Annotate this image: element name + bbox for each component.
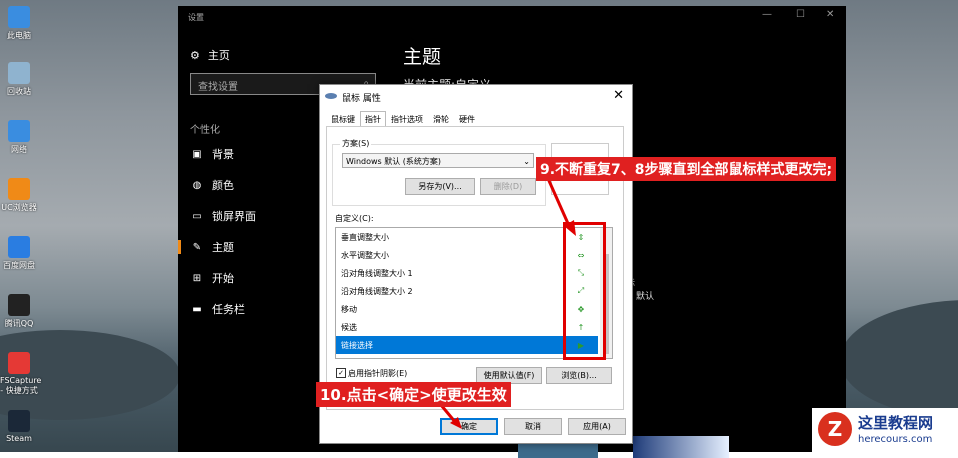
apply-button[interactable]: 应用(A) [568, 418, 626, 435]
highlight-box [563, 222, 606, 360]
page-title: 主题 [403, 46, 442, 68]
list-item[interactable]: 沿对角线调整大小 1 ⤡ [336, 264, 598, 282]
desktop-icon-uc-browser[interactable]: UC浏览器 [0, 178, 38, 213]
desktop-icon-qq[interactable]: 腾讯QQ [0, 294, 38, 329]
scheme-label: 方案(S) [340, 138, 372, 149]
active-indicator [178, 240, 181, 254]
steam-icon [8, 410, 30, 432]
theme-thumbnail[interactable] [633, 436, 729, 458]
theme-icon: ✎ [192, 241, 202, 253]
desktop-icon-label: FSCapture - 快捷方式 [0, 376, 42, 395]
tab-buttons[interactable]: 鼠标键 [326, 111, 360, 126]
chevron-down-icon: ⌄ [523, 157, 530, 166]
browse-button[interactable]: 浏览(B)... [546, 367, 612, 384]
fscapture-icon [8, 352, 30, 374]
logo-badge: Z [818, 412, 852, 446]
list-item[interactable]: 链接选择 ▶ [336, 336, 598, 354]
annotation-step9: 9.不断重复7、8步骤直到全部鼠标样式更改完; [536, 157, 837, 181]
list-item[interactable]: 水平调整大小 ⇔ [336, 246, 598, 264]
logo-title: 这里教程网 [858, 414, 934, 432]
gear-icon: ⚙ [190, 48, 200, 62]
desktop-icon-this-pc[interactable]: 此电脑 [0, 6, 38, 41]
desktop-icon-network[interactable]: 网络 [0, 120, 38, 155]
list-item[interactable]: 沿对角线调整大小 2 ⤢ [336, 282, 598, 300]
qq-icon [8, 294, 30, 316]
desktop-icon-steam[interactable]: Steam [0, 410, 38, 443]
dialog-titlebar: 鼠标 属性 ✕ [320, 85, 632, 107]
tab-pointer-options[interactable]: 指针选项 [386, 111, 428, 126]
scheme-dropdown[interactable]: Windows 默认 (系统方案) ⌄ [342, 153, 534, 168]
nav-group-title: 个性化 [190, 125, 220, 136]
desktop-icon-label: 网络 [11, 145, 27, 154]
nav-item-label: 任务栏 [212, 303, 245, 316]
tab-wheel[interactable]: 滑轮 [428, 111, 454, 126]
desktop-icon-fscapture[interactable]: FSCapture - 快捷方式 [0, 352, 42, 396]
list-item[interactable]: 移动 ✥ [336, 300, 598, 318]
nav-item-label: 开始 [212, 272, 234, 285]
taskbar-icon: ▬ [192, 303, 202, 315]
list-item-name: 水平调整大小 [341, 250, 389, 260]
list-item-name: 沿对角线调整大小 1 [341, 268, 413, 278]
logo-url: herecours.com [858, 434, 933, 445]
image-icon: ▣ [192, 148, 202, 160]
list-item-name: 移动 [341, 304, 357, 314]
background-hill [840, 300, 958, 420]
nav-item-label: 背景 [212, 148, 234, 161]
tab-pointers[interactable]: 指针 [360, 111, 386, 126]
scheme-value: Windows 默认 (系统方案) [346, 157, 442, 166]
home-link[interactable]: ⚙ 主页 [190, 47, 230, 63]
watermark-logo: Z 这里教程网 herecours.com [812, 408, 958, 452]
annotation-step10: 10.点击<确定>使更改生效 [316, 382, 511, 407]
nav-item-label: 锁屏界面 [212, 210, 256, 223]
list-item-name: 候选 [341, 322, 357, 332]
dialog-close-button[interactable]: ✕ [613, 88, 624, 103]
palette-icon: ◍ [192, 179, 202, 191]
nav-item-label: 颜色 [212, 179, 234, 192]
desktop-icon-label: 此电脑 [7, 31, 31, 40]
desktop-icon-recycle-bin[interactable]: 回收站 [0, 62, 38, 97]
start-icon: ⊞ [192, 272, 202, 284]
maximize-button[interactable]: ☐ [796, 9, 805, 20]
shadow-label: 启用指针阴影(E) [348, 369, 408, 378]
network-icon [8, 120, 30, 142]
desktop-icon-label: 百度网盘 [3, 261, 35, 270]
baidu-pan-icon [8, 236, 30, 258]
lockscreen-icon: ▭ [192, 210, 202, 222]
home-label: 主页 [207, 49, 230, 62]
save-as-button[interactable]: 另存为(V)... [405, 178, 475, 195]
desktop-icon-label: 腾讯QQ [4, 319, 34, 328]
settings-title: 设置 [188, 13, 204, 22]
computer-icon [8, 6, 30, 28]
cancel-button[interactable]: 取消 [504, 418, 562, 435]
desktop-icon-label: UC浏览器 [1, 203, 37, 212]
uc-browser-icon [8, 178, 30, 200]
desktop-icon-baidu-pan[interactable]: 百度网盘 [0, 236, 38, 271]
recycle-bin-icon [8, 62, 30, 84]
mouse-icon [325, 93, 337, 99]
minimize-button[interactable]: — [762, 9, 772, 20]
dialog-tabs: 鼠标键 指针 指针选项 滑轮 硬件 [326, 111, 480, 126]
list-item[interactable]: 候选 ↑ [336, 318, 598, 336]
close-button[interactable]: ✕ [826, 9, 834, 20]
delete-button[interactable]: 删除(D) [480, 178, 536, 195]
list-item-name: 沿对角线调整大小 2 [341, 286, 413, 296]
tab-hardware[interactable]: 硬件 [454, 111, 480, 126]
desktop-icon-label: Steam [6, 434, 32, 443]
list-item-name: 链接选择 [341, 340, 373, 350]
customize-label: 自定义(C): [335, 214, 374, 223]
nav-item-label: 主题 [212, 241, 234, 254]
dialog-title: 鼠标 属性 [342, 94, 381, 104]
desktop-icon-label: 回收站 [7, 87, 31, 96]
text-fragment: 默认 [636, 292, 655, 302]
search-placeholder: 查找设置 [198, 82, 238, 93]
shadow-checkbox[interactable]: ✓ [336, 368, 346, 378]
